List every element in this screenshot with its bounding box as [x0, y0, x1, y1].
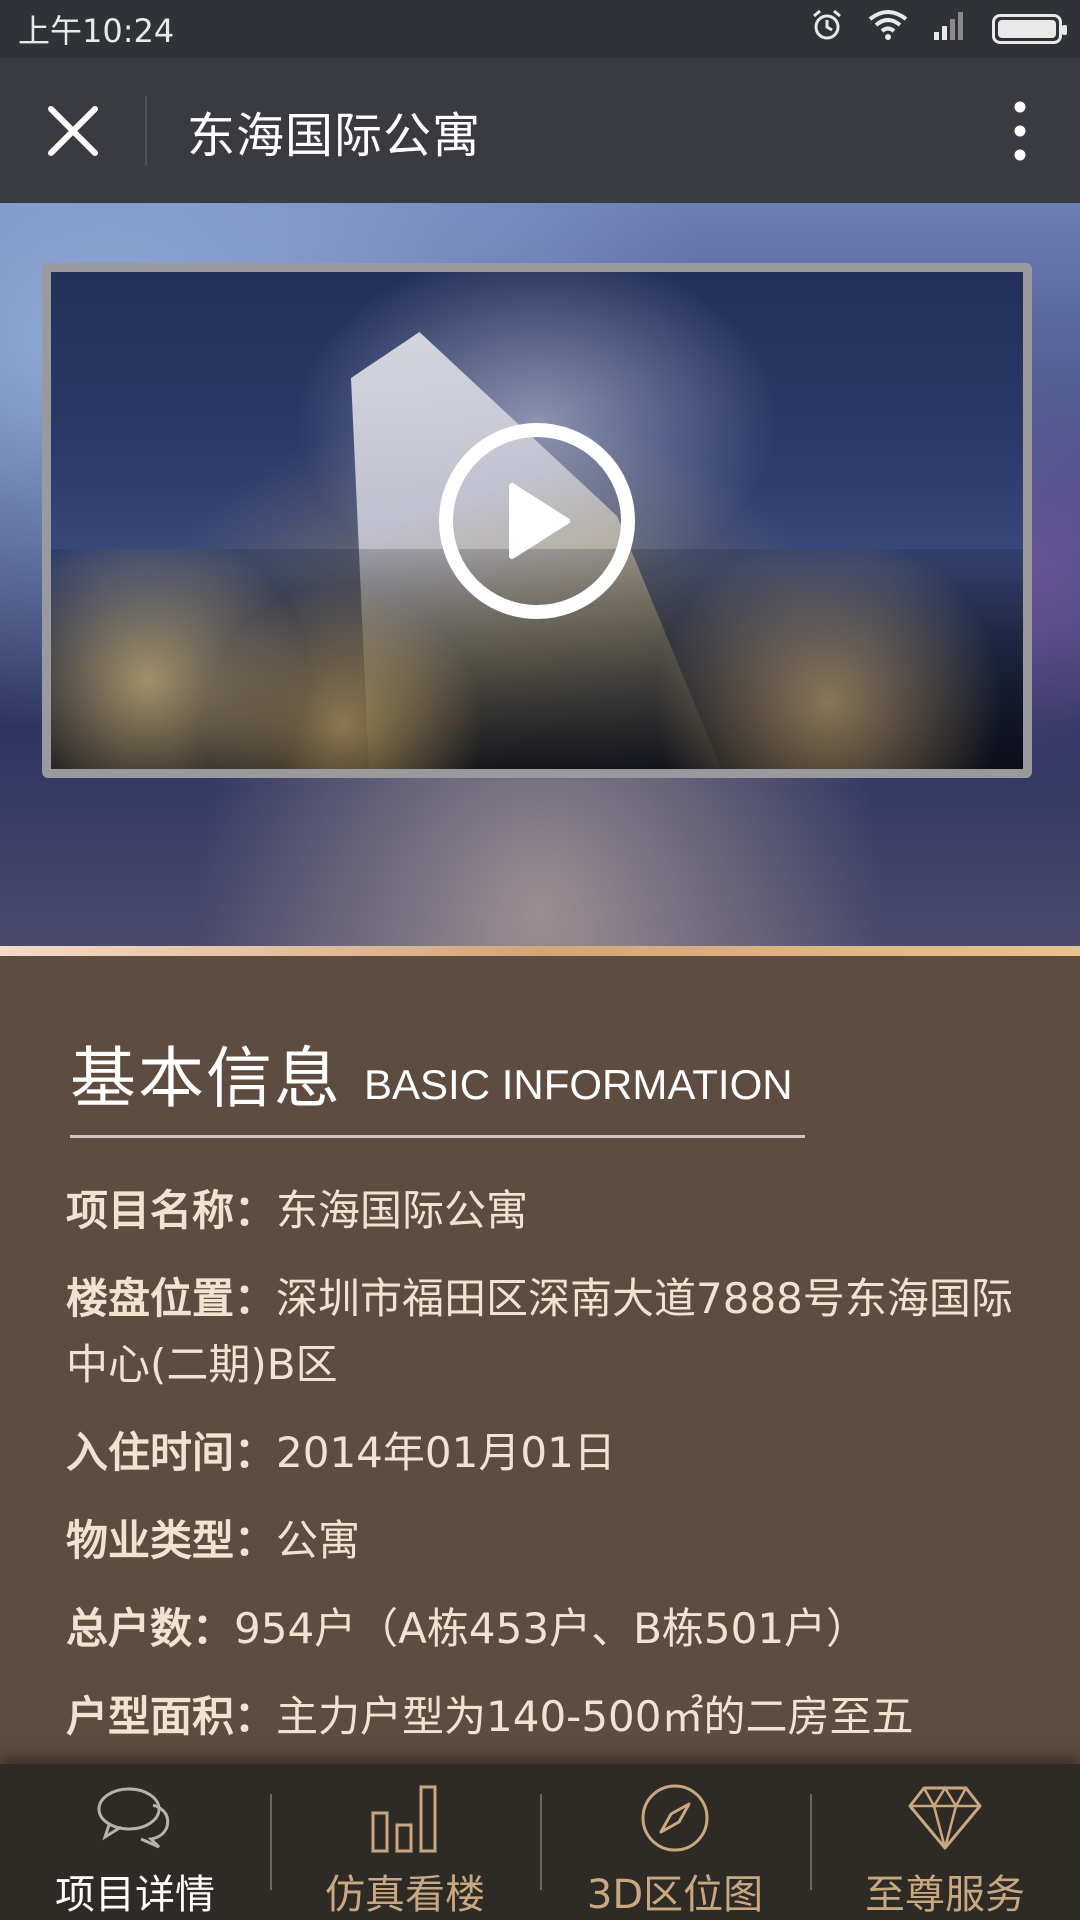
info-label: 楼盘位置：: [66, 1274, 277, 1323]
more-options-button[interactable]: [960, 58, 1080, 203]
info-label: 总户数：: [66, 1604, 235, 1653]
more-vertical-icon: [1014, 101, 1026, 160]
gold-divider: [0, 946, 1080, 956]
page-title: 东海国际公寓: [187, 107, 482, 164]
bottom-nav: 项目详情 仿真看楼 3D区位图 至尊服务: [0, 1764, 1080, 1920]
info-row-unit-area: 户型面积：主力户型为140-500㎡的二房至五: [66, 1684, 1026, 1750]
info-row-property-type: 物业类型：公寓: [66, 1508, 1026, 1574]
info-row-move-in: 入住时间：2014年01月01日: [66, 1420, 1026, 1486]
nav-item-vip-service[interactable]: 至尊服务: [810, 1764, 1080, 1920]
play-icon: [509, 482, 570, 559]
chat-bubbles-icon: [95, 1782, 175, 1854]
nav-label: 3D区位图: [586, 1872, 764, 1918]
bar-chart-icon: [365, 1782, 445, 1854]
status-bar: 上午10:24: [0, 0, 1080, 58]
nav-item-virtual-tour[interactable]: 仿真看楼: [270, 1764, 540, 1920]
basic-info-section: 基本信息 BASIC INFORMATION 项目名称：东海国际公寓 楼盘位置：…: [0, 956, 1080, 1764]
info-value: 公寓: [276, 1516, 361, 1565]
alarm-icon: [810, 8, 844, 50]
nav-label: 至尊服务: [865, 1872, 1025, 1918]
info-list: 项目名称：东海国际公寓 楼盘位置：深圳市福田区深南大道7888号东海国际中心(二…: [66, 1178, 1026, 1764]
section-title-cn: 基本信息: [70, 1040, 342, 1117]
app-bar-divider: [145, 95, 147, 166]
section-header: 基本信息 BASIC INFORMATION: [70, 1046, 805, 1112]
wifi-icon: [868, 9, 908, 49]
info-value: 东海国际公寓: [276, 1186, 529, 1235]
info-value: 954户（A栋453户、B栋501户）: [234, 1604, 869, 1653]
play-button[interactable]: [439, 422, 635, 619]
info-value: 2014年01月01日: [276, 1428, 616, 1477]
app-bar: 东海国际公寓: [0, 58, 1080, 203]
close-button[interactable]: [0, 58, 145, 203]
diamond-icon: [905, 1782, 985, 1854]
info-value: 主力户型为140-500㎡的二房至五: [276, 1692, 914, 1741]
info-label: 户型面积：: [66, 1692, 277, 1741]
status-time: 上午10:24: [18, 12, 175, 50]
section-title-en: BASIC INFORMATION: [364, 1061, 793, 1108]
compass-icon: [635, 1782, 715, 1854]
info-label: 物业类型：: [66, 1516, 277, 1565]
close-icon: [47, 105, 98, 156]
hero-banner: [0, 203, 1080, 949]
section-underline: [70, 1135, 805, 1138]
nav-item-3d-location-map[interactable]: 3D区位图: [540, 1764, 810, 1920]
nav-label: 仿真看楼: [325, 1872, 485, 1918]
nav-item-project-details[interactable]: 项目详情: [0, 1764, 270, 1920]
info-label: 项目名称：: [66, 1186, 277, 1235]
battery-icon: [992, 14, 1067, 44]
info-row-location: 楼盘位置：深圳市福田区深南大道7888号东海国际中心(二期)B区: [66, 1266, 1026, 1398]
signal-icon: [932, 10, 968, 48]
status-icons: [810, 8, 1067, 50]
info-label: 入住时间：: [66, 1428, 277, 1477]
video-player[interactable]: [42, 263, 1032, 778]
info-row-households: 总户数：954户（A栋453户、B栋501户）: [66, 1596, 1026, 1662]
nav-label: 项目详情: [55, 1872, 215, 1918]
info-row-project-name: 项目名称：东海国际公寓: [66, 1178, 1026, 1244]
